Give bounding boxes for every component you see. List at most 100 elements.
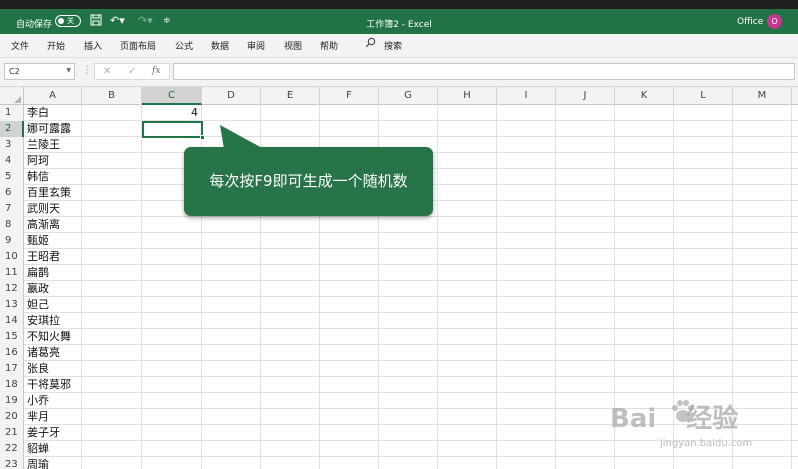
formula-input[interactable] (173, 63, 795, 80)
row-header-17[interactable]: 17 (0, 361, 24, 377)
cell-a14[interactable]: 安琪拉 (27, 313, 60, 329)
row-header-21[interactable]: 21 (0, 425, 24, 441)
column-header-i[interactable]: I (497, 87, 556, 105)
tab-review[interactable]: 审阅 (247, 39, 265, 52)
tooltip-callout: 每次按F9即可生成一个随机数 (184, 125, 433, 216)
tab-insert[interactable]: 插入 (84, 39, 102, 52)
row-header-8[interactable]: 8 (0, 217, 24, 233)
column-headers: A B C D E F G H I J K L M (0, 87, 798, 105)
cell-a2[interactable]: 娜可露露 (27, 121, 71, 137)
cell-a19[interactable]: 小乔 (27, 393, 49, 409)
row-header-10[interactable]: 10 (0, 249, 24, 265)
row-header-9[interactable]: 9 (0, 233, 24, 249)
cell-a1[interactable]: 李白 (27, 105, 49, 121)
grid-vline (141, 105, 142, 469)
cell-a16[interactable]: 诸葛亮 (27, 345, 60, 361)
row-header-14[interactable]: 14 (0, 313, 24, 329)
row-header-4[interactable]: 4 (0, 153, 24, 169)
more-options-icon[interactable]: ⋮ (82, 65, 92, 76)
grid-vline (81, 105, 82, 469)
grid-vline (496, 105, 497, 469)
grid-vline (555, 105, 556, 469)
column-header-d[interactable]: D (202, 87, 261, 105)
tab-file[interactable]: 文件 (11, 39, 29, 52)
cell-a17[interactable]: 张良 (27, 361, 49, 377)
chevron-down-icon[interactable]: ▼ (66, 67, 71, 74)
cancel-icon[interactable]: ✕ (103, 66, 111, 77)
row-header-20[interactable]: 20 (0, 409, 24, 425)
insert-function-icon[interactable]: fx (152, 66, 160, 76)
avatar[interactable]: O (767, 14, 782, 29)
cell-a8[interactable]: 高渐离 (27, 217, 60, 233)
cell-a15[interactable]: 不知火舞 (27, 329, 71, 345)
ribbon-tabs: 文件 开始 插入 页面布局 公式 数据 审阅 视图 帮助 搜索 (0, 34, 798, 58)
row-header-7[interactable]: 7 (0, 201, 24, 217)
column-header-k[interactable]: K (615, 87, 674, 105)
name-box[interactable]: C2 ▼ (4, 63, 75, 80)
row-header-12[interactable]: 12 (0, 281, 24, 297)
row-header-5[interactable]: 5 (0, 169, 24, 185)
select-all-icon (14, 96, 21, 103)
tab-home[interactable]: 开始 (47, 39, 65, 52)
cell-c1[interactable]: 4 (142, 105, 200, 121)
grid-vline (437, 105, 438, 469)
enter-icon[interactable]: ✓ (128, 66, 136, 77)
paw-icon (672, 400, 694, 422)
row-header-18[interactable]: 18 (0, 377, 24, 393)
row-headers: 1 2 3 4 5 6 7 8 9 10 11 12 13 14 15 16 17 18 19 20 21 22 23 (0, 105, 24, 469)
select-all-button[interactable] (0, 87, 24, 105)
row-header-15[interactable]: 15 (0, 329, 24, 345)
row-header-2[interactable]: 2 (0, 121, 24, 137)
cell-a20[interactable]: 芈月 (27, 409, 49, 425)
row-header-22[interactable]: 22 (0, 441, 24, 457)
cell-a21[interactable]: 姜子牙 (27, 425, 60, 441)
row-header-13[interactable]: 13 (0, 297, 24, 313)
document-title: 工作簿2 - Excel (366, 20, 432, 30)
tab-page-layout[interactable]: 页面布局 (120, 39, 156, 52)
tab-help[interactable]: 帮助 (320, 39, 338, 52)
watermark-url: jingyan.baidu.com (660, 438, 753, 449)
column-header-h[interactable]: H (438, 87, 497, 105)
search-icon[interactable] (365, 37, 376, 51)
row-header-23[interactable]: 23 (0, 457, 24, 469)
row-header-11[interactable]: 11 (0, 265, 24, 281)
cell-a9[interactable]: 甄姬 (27, 233, 49, 249)
column-header-l[interactable]: L (674, 87, 733, 105)
column-header-j[interactable]: J (556, 87, 615, 105)
row-header-6[interactable]: 6 (0, 185, 24, 201)
tab-data[interactable]: 数据 (211, 39, 229, 52)
cell-a13[interactable]: 妲己 (27, 297, 49, 313)
cell-a6[interactable]: 百里玄策 (27, 185, 71, 201)
row-header-1[interactable]: 1 (0, 105, 24, 121)
column-header-b[interactable]: B (82, 87, 142, 105)
cell-a23[interactable]: 周瑜 (27, 457, 49, 469)
cell-a22[interactable]: 貂蝉 (27, 441, 49, 457)
tab-view[interactable]: 视图 (284, 39, 302, 52)
cell-a7[interactable]: 武则天 (27, 201, 60, 217)
search-label[interactable]: 搜索 (384, 39, 402, 52)
column-header-e[interactable]: E (261, 87, 320, 105)
selected-cell-c2[interactable] (142, 121, 205, 140)
column-header-f[interactable]: F (320, 87, 379, 105)
row-header-19[interactable]: 19 (0, 393, 24, 409)
title-bar: 自动保存 关 ↶▾ ↷▾ ≑ 工作簿2 - Excel Office O (0, 9, 798, 34)
column-header-m[interactable]: M (733, 87, 792, 105)
column-header-a[interactable]: A (24, 87, 82, 105)
formula-buttons: ✕ ✓ fx (94, 63, 170, 80)
cell-a5[interactable]: 韩信 (27, 169, 49, 185)
cell-a18[interactable]: 干将莫邪 (27, 377, 71, 393)
cell-a11[interactable]: 扁鹊 (27, 265, 49, 281)
tab-formulas[interactable]: 公式 (175, 39, 193, 52)
row-header-3[interactable]: 3 (0, 137, 24, 153)
cell-a12[interactable]: 嬴政 (27, 281, 49, 297)
window-top-strip (0, 0, 798, 9)
cell-a10[interactable]: 王昭君 (27, 249, 60, 265)
formula-bar: C2 ▼ ⋮ ✕ ✓ fx (0, 58, 798, 87)
cell-a4[interactable]: 阿珂 (27, 153, 49, 169)
cell-a3[interactable]: 兰陵王 (27, 137, 60, 153)
watermark-brand: Bai (610, 404, 657, 434)
fill-handle[interactable] (200, 135, 205, 140)
row-header-16[interactable]: 16 (0, 345, 24, 361)
column-header-c[interactable]: C (142, 87, 202, 105)
column-header-g[interactable]: G (379, 87, 438, 105)
